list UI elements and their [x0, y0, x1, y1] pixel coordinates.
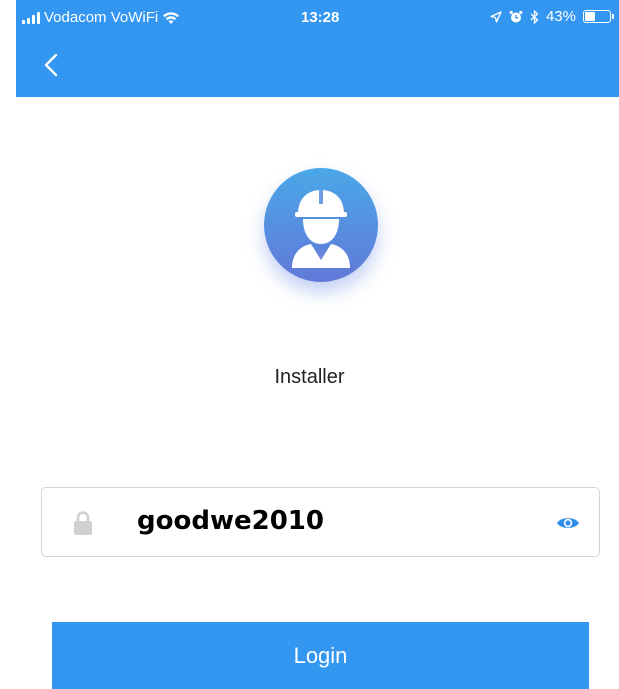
status-bar: Vodacom VoWiFi 13:28 43% [16, 0, 619, 40]
battery-icon [583, 10, 614, 23]
password-input[interactable] [137, 506, 537, 536]
bluetooth-icon [530, 9, 539, 24]
lock-icon [74, 511, 92, 535]
password-field-container [41, 487, 600, 557]
installer-hardhat-avatar-icon [264, 168, 378, 282]
status-right: 43% [490, 8, 614, 25]
status-left: Vodacom VoWiFi [22, 9, 180, 26]
back-button[interactable] [38, 50, 68, 80]
app-header: Vodacom VoWiFi 13:28 43% [16, 0, 619, 97]
alarm-icon [509, 10, 523, 22]
carrier-name: Vodacom VoWiFi [44, 9, 159, 26]
login-button[interactable]: Login [52, 622, 589, 689]
status-time: 13:28 [301, 9, 340, 26]
signal-icon [22, 11, 40, 24]
login-screen: Vodacom VoWiFi 13:28 43% Installer goodw… [0, 0, 619, 689]
location-arrow-icon [490, 10, 502, 23]
battery-percent: 43% [545, 8, 576, 25]
role-label: Installer [274, 366, 345, 388]
eye-icon[interactable] [556, 514, 580, 532]
wifi-icon [163, 11, 180, 24]
battery-level-fill [585, 12, 595, 21]
